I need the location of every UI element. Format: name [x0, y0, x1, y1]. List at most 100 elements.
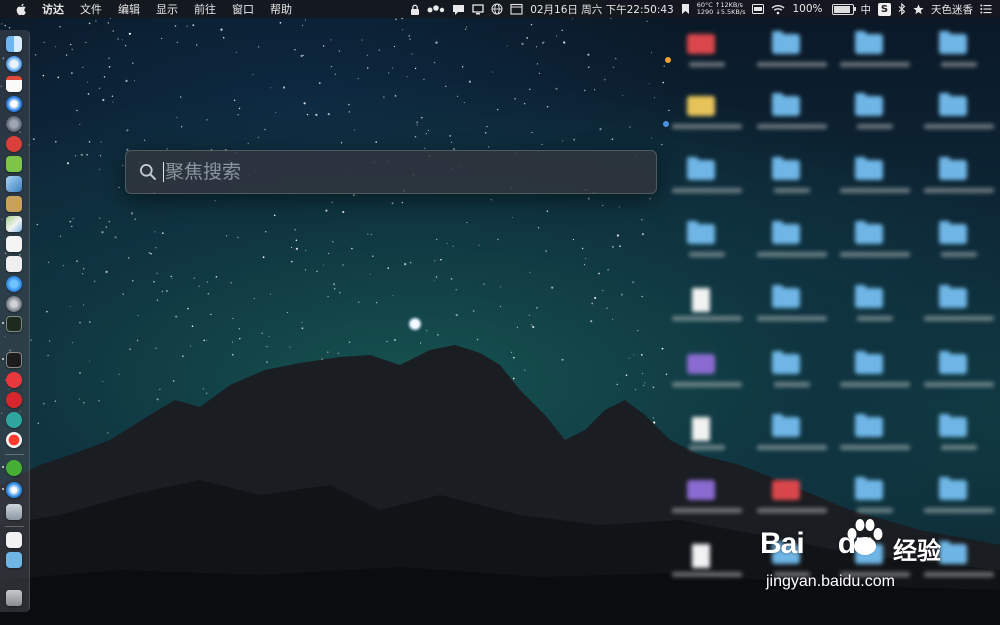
star [497, 238, 499, 241]
menu-view[interactable]: 显示 [148, 1, 186, 17]
desktop-item-icon[interactable] [939, 93, 967, 116]
menu-app-finder[interactable]: 访达 [42, 1, 72, 17]
desktop-item-icon[interactable] [855, 157, 883, 180]
dots-icon[interactable] [427, 4, 445, 14]
dock-downloads-icon[interactable] [6, 532, 22, 548]
dock-wechat-icon[interactable] [6, 460, 22, 476]
star [361, 39, 363, 41]
dock-launchpad-icon[interactable] [6, 116, 22, 132]
desktop-item-icon[interactable] [939, 351, 967, 374]
clock-datetime[interactable]: 02月16日 周六 下午22:50:43 [530, 2, 674, 17]
star [49, 340, 51, 342]
desktop-item-icon[interactable] [855, 31, 883, 54]
menu-edit[interactable]: 编辑 [110, 1, 148, 17]
dock-compass-icon[interactable] [6, 96, 22, 112]
desktop-item-icon[interactable] [855, 221, 883, 244]
desktop-item-icon[interactable] [772, 157, 800, 180]
desktop-item-icon[interactable] [772, 414, 800, 437]
desktop-item-icon[interactable] [939, 477, 967, 500]
desktop-item-icon[interactable] [687, 221, 715, 244]
star [42, 74, 45, 77]
dock-netease-music-icon[interactable] [6, 392, 22, 408]
battery-icon[interactable] [831, 3, 856, 15]
star-icon[interactable] [913, 3, 924, 15]
desktop-item-icon[interactable] [772, 31, 800, 54]
bookmark-icon[interactable] [681, 3, 690, 15]
dock-finder-icon[interactable] [6, 36, 22, 52]
dock-photo-icon[interactable] [6, 504, 22, 520]
desktop-item-icon[interactable] [692, 288, 710, 312]
dock-textedit-icon[interactable] [6, 236, 22, 252]
star [156, 299, 159, 301]
dock-system-preferences-icon[interactable] [6, 296, 22, 312]
desktop-item-icon[interactable] [855, 414, 883, 437]
battery-percentage[interactable]: 100% [792, 3, 822, 15]
desktop-item-icon[interactable] [939, 285, 967, 308]
dock-app-teal-icon[interactable] [6, 412, 22, 428]
input-method[interactable]: 中 [861, 2, 872, 17]
desktop-item-icon[interactable] [855, 285, 883, 308]
desktop-item-icon[interactable] [692, 544, 710, 568]
sogou-icon[interactable]: S [878, 2, 891, 16]
desktop-item-icon[interactable] [687, 96, 715, 116]
star [101, 231, 104, 234]
bluetooth-icon[interactable] [898, 3, 906, 15]
lock-icon[interactable] [410, 4, 420, 15]
desktop-item-icon[interactable] [939, 221, 967, 244]
star [257, 136, 260, 139]
dock-appstore-icon[interactable] [6, 276, 22, 292]
dock-yandex-icon[interactable] [6, 432, 22, 448]
dock-folder-icon[interactable] [6, 552, 22, 568]
dock-android-icon[interactable] [6, 156, 22, 172]
desktop-item-icon[interactable] [939, 31, 967, 54]
dock-vivaldi-icon[interactable] [6, 372, 22, 388]
menu-window[interactable]: 窗口 [224, 1, 262, 17]
star [316, 270, 318, 273]
star [88, 22, 91, 25]
wifi-icon[interactable] [771, 4, 785, 15]
desktop-item-icon[interactable] [687, 157, 715, 180]
dock-calendar-icon[interactable] [6, 76, 22, 92]
desktop-item-icon[interactable] [687, 354, 715, 374]
desktop-item-icon[interactable] [855, 477, 883, 500]
dock-qq-browser-icon[interactable] [6, 482, 22, 498]
message-icon[interactable] [452, 4, 465, 15]
dock-maps-icon[interactable] [6, 216, 22, 232]
desktop-item-icon[interactable] [772, 351, 800, 374]
desktop-item-icon[interactable] [692, 417, 710, 441]
dock-app-red-icon[interactable] [6, 136, 22, 152]
dock-notes-icon[interactable] [6, 196, 22, 212]
notification-center-icon[interactable] [980, 4, 992, 14]
desktop-item-icon[interactable] [772, 480, 800, 500]
menu-file[interactable]: 文件 [72, 1, 110, 17]
dock-activity-monitor-icon[interactable] [6, 316, 22, 332]
desktop-item-icon[interactable] [939, 157, 967, 180]
desktop-item-icon[interactable] [687, 34, 715, 54]
apple-logo-icon[interactable] [15, 3, 29, 16]
display-icon[interactable] [472, 3, 484, 15]
desktop-item-icon[interactable] [772, 285, 800, 308]
calendar-icon[interactable] [510, 3, 523, 15]
dock-preview-icon[interactable] [6, 176, 22, 192]
star [72, 218, 74, 220]
desktop-item-icon[interactable] [772, 93, 800, 116]
user-name[interactable]: 天色迷香 [931, 2, 973, 17]
desktop-item-icon[interactable] [855, 93, 883, 116]
menu-extra-icon[interactable] [752, 4, 765, 14]
star [247, 142, 250, 145]
spotlight-search-input[interactable] [165, 161, 656, 183]
menu-help[interactable]: 帮助 [262, 1, 300, 17]
desktop-item-icon[interactable] [939, 541, 967, 564]
desktop-item-icon[interactable] [772, 221, 800, 244]
dock-document-icon[interactable] [6, 256, 22, 272]
menu-go[interactable]: 前往 [186, 1, 224, 17]
system-stats[interactable]: 60°C ↑12KB/s 1290 ↓5.5KB/s [697, 2, 746, 16]
desktop-item-icon[interactable] [855, 351, 883, 374]
globe-icon[interactable] [491, 3, 503, 15]
desktop-item-icon[interactable] [687, 480, 715, 500]
spotlight-search-bar[interactable] [125, 150, 657, 194]
dock-terminal-icon[interactable] [6, 352, 22, 368]
dock-safari-icon[interactable] [6, 56, 22, 72]
desktop-item-icon[interactable] [939, 414, 967, 437]
dock-trash-icon[interactable] [6, 590, 22, 606]
